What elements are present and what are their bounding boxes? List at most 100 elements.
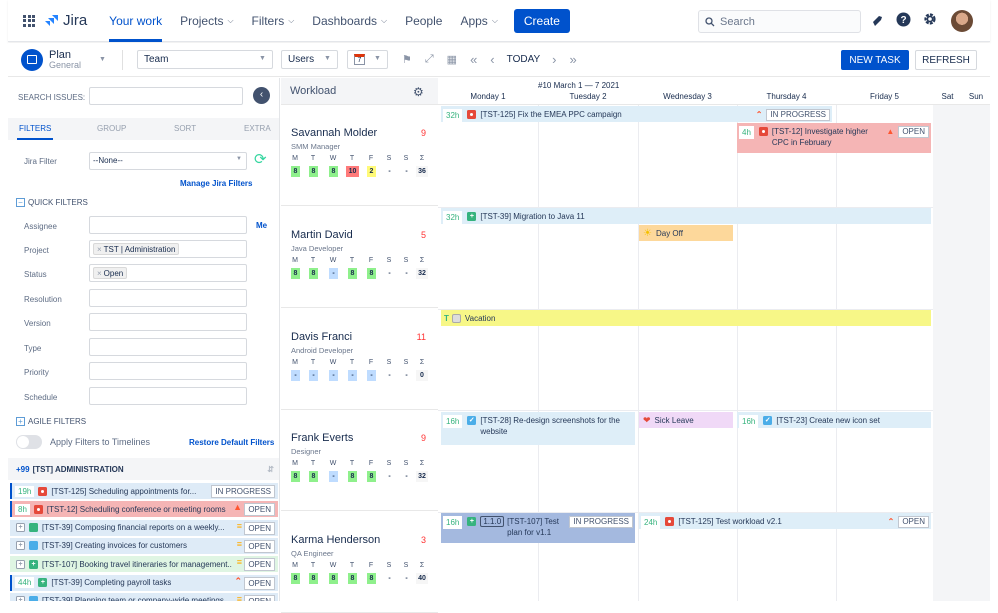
refresh-filter-icon[interactable]: ⟳ (254, 150, 267, 168)
calendar-bar[interactable]: 4h [TST-12] Investigate higher CPC in Feb… (737, 123, 931, 153)
issue-title[interactable]: [TST-39] Composing financial reports on … (42, 523, 225, 532)
fullscreen-icon[interactable]: ⤢ (425, 53, 434, 66)
expand-icon[interactable]: + (16, 596, 25, 601)
issue-row[interactable]: 8h [TST-12] Scheduling conference or meet… (10, 501, 278, 518)
person-card[interactable]: Davis Franci Android Developer 11 M - T - W - T - F… (281, 309, 438, 410)
nav-projects[interactable]: Projects ⌵ (180, 0, 233, 42)
flag-icon[interactable]: ⚑ (402, 53, 412, 66)
notifications-icon[interactable] (868, 12, 886, 30)
expand-icon[interactable]: + (16, 523, 25, 533)
tab-extra[interactable]: EXTRA (244, 124, 271, 133)
person-card[interactable]: Karma Henderson QA Engineer 3 M 8 T 8 W 8 T 8 F 8 S - S… (281, 512, 438, 613)
chevron-right-icon[interactable]: › (552, 52, 556, 67)
issue-title[interactable]: [TST-125] Scheduling appointments for... (51, 487, 196, 496)
restore-default-filters-link[interactable]: Restore Default Filters (189, 438, 274, 447)
search-input[interactable]: Search (698, 10, 861, 33)
app-switcher-icon[interactable] (23, 14, 35, 27)
create-button[interactable]: Create (513, 8, 570, 33)
issue-count[interactable]: 11 (417, 332, 426, 342)
chevron-left-icon[interactable]: ‹ (490, 52, 494, 67)
nav-dashboards[interactable]: Dashboards ⌵ (312, 0, 387, 42)
person-name[interactable]: Savannah Molder (291, 127, 377, 139)
refresh-button[interactable]: REFRESH (915, 50, 977, 70)
person-card[interactable]: Savannah Molder SMM Manager 9 M 8 T 8 W 8 T 10 F 2 S -… (281, 105, 438, 206)
jira-logo[interactable]: Jira (45, 12, 87, 29)
person-name[interactable]: Karma Henderson (291, 534, 380, 546)
settings-icon[interactable]: ⚙ (413, 85, 424, 99)
tab-group[interactable]: GROUP (97, 124, 126, 133)
priority-input[interactable] (89, 362, 247, 380)
schedule-input[interactable] (89, 387, 247, 405)
tab-sort[interactable]: SORT (174, 124, 196, 133)
issue-row[interactable]: + [TST-39] Creating invoices for customer… (10, 537, 278, 554)
status-input[interactable]: × Open (89, 264, 247, 282)
person-name[interactable]: Frank Everts (291, 432, 353, 444)
calendar-bar[interactable]: 16h ✓ [TST-23] Create new icon set (737, 412, 931, 428)
issue-row[interactable]: 44h + [TST-39] Completing payroll tasks ⌃ OP… (10, 574, 278, 591)
type-input[interactable] (89, 338, 247, 356)
assignee-input[interactable] (89, 216, 247, 234)
version-input[interactable] (89, 313, 247, 331)
today-button[interactable]: TODAY (507, 54, 541, 65)
issue-count[interactable]: 9 (421, 128, 426, 138)
plan-selector[interactable]: Plan General (49, 49, 81, 70)
sort-icon[interactable]: ⇵ (267, 465, 274, 474)
calendar-bar[interactable]: 16h ✓ [TST-28] Re-design screenshots for t… (441, 412, 635, 445)
issue-count[interactable]: 9 (421, 433, 426, 443)
resolution-input[interactable] (89, 289, 247, 307)
expand-icon[interactable]: + (16, 559, 25, 569)
tab-filters[interactable]: FILTERS (16, 124, 54, 140)
avatar[interactable] (951, 10, 973, 32)
apply-filters-toggle[interactable] (16, 435, 42, 449)
calendar-bar[interactable]: 32h [TST-125] Fix the EMEA PPC campaign ⌃ I… (441, 106, 832, 122)
nav-your-work[interactable]: Your work (109, 0, 162, 42)
chevron-down-icon[interactable]: ▼ (99, 56, 106, 63)
calendar-grid-icon[interactable]: ▦ (447, 53, 457, 66)
calendar-bar[interactable]: T Vacation (441, 310, 931, 326)
quick-filters-toggle[interactable]: − QUICK FILTERS (16, 198, 88, 207)
double-chevron-left-icon[interactable]: « (470, 52, 477, 67)
issue-row[interactable]: + [TST-39] Planning team or company-wide … (10, 592, 278, 601)
calendar-bar[interactable]: 32h + [TST-39] Migration to Java 11 (441, 208, 931, 224)
issue-row[interactable]: + + [TST-107] Booking travel itineraries f… (10, 556, 278, 573)
issue-title[interactable]: [TST-39] Planning team or company-wide m… (42, 596, 224, 601)
nav-people[interactable]: People (405, 0, 442, 42)
search-issues-input[interactable] (89, 87, 243, 105)
agile-filters-toggle[interactable]: + AGILE FILTERS (16, 417, 86, 426)
settings-icon[interactable] (921, 12, 939, 30)
project-chip[interactable]: × TST | Administration (93, 243, 180, 255)
calendar-bar[interactable]: ❤ Sick Leave (639, 412, 733, 428)
person-name[interactable]: Davis Franci (291, 331, 352, 343)
issue-row[interactable]: 19h [TST-125] Scheduling appointments for… (10, 483, 278, 499)
calendar-bar[interactable]: ☀ Day Off (639, 225, 733, 241)
issue-row[interactable]: + [TST-39] Composing financial reports on… (10, 519, 278, 536)
manage-jira-filters-link[interactable]: Manage Jira Filters (180, 179, 252, 188)
person-card[interactable]: Martin David Java Developer 5 M 8 T 8 W - T 8 F 8 S - S… (281, 207, 438, 308)
remove-chip-icon[interactable]: × (97, 269, 102, 278)
issue-title[interactable]: [TST-12] Scheduling conference or meetin… (47, 505, 226, 514)
person-name[interactable]: Martin David (291, 229, 353, 241)
assignee-me-link[interactable]: Me (256, 221, 267, 230)
jira-filter-select[interactable]: --None-- ▼ (89, 152, 247, 170)
calendar-bar[interactable]: 24h [TST-125] Test workload v2.1 ⌃ OPEN (639, 513, 931, 529)
users-select[interactable]: Users ▼ (280, 50, 338, 69)
expand-icon[interactable]: + (16, 541, 25, 551)
nav-apps[interactable]: Apps ⌵ (460, 0, 497, 42)
date-picker-select[interactable]: 7 ▼ (346, 50, 388, 69)
calendar-bar[interactable]: 16h +1.1.0 [TST-107] Test plan for v1.1 IN … (441, 513, 635, 543)
issue-count[interactable]: 5 (421, 230, 426, 240)
person-card[interactable]: Frank Everts Designer 9 M 8 T 8 W - T 8 F 8 S - S - Σ 32 (281, 410, 438, 511)
double-chevron-right-icon[interactable]: » (570, 52, 577, 67)
issue-group-header[interactable]: +99 [TST] ADMINISTRATION ⇵ (8, 458, 279, 480)
project-input[interactable]: × TST | Administration (89, 240, 247, 258)
issue-title[interactable]: [TST-39] Creating invoices for customers (42, 541, 187, 550)
help-icon[interactable]: ? (894, 12, 912, 30)
issue-title[interactable]: [TST-107] Booking travel itineraries for… (42, 560, 232, 569)
issue-title[interactable]: [TST-39] Completing payroll tasks (51, 578, 171, 587)
issue-count[interactable]: 3 (421, 535, 426, 545)
new-task-button[interactable]: NEW TASK (841, 50, 909, 70)
status-chip[interactable]: × Open (93, 267, 128, 279)
nav-filters[interactable]: Filters ⌵ (252, 0, 295, 42)
remove-chip-icon[interactable]: × (97, 245, 102, 254)
team-select[interactable]: Team ▼ (136, 50, 273, 69)
